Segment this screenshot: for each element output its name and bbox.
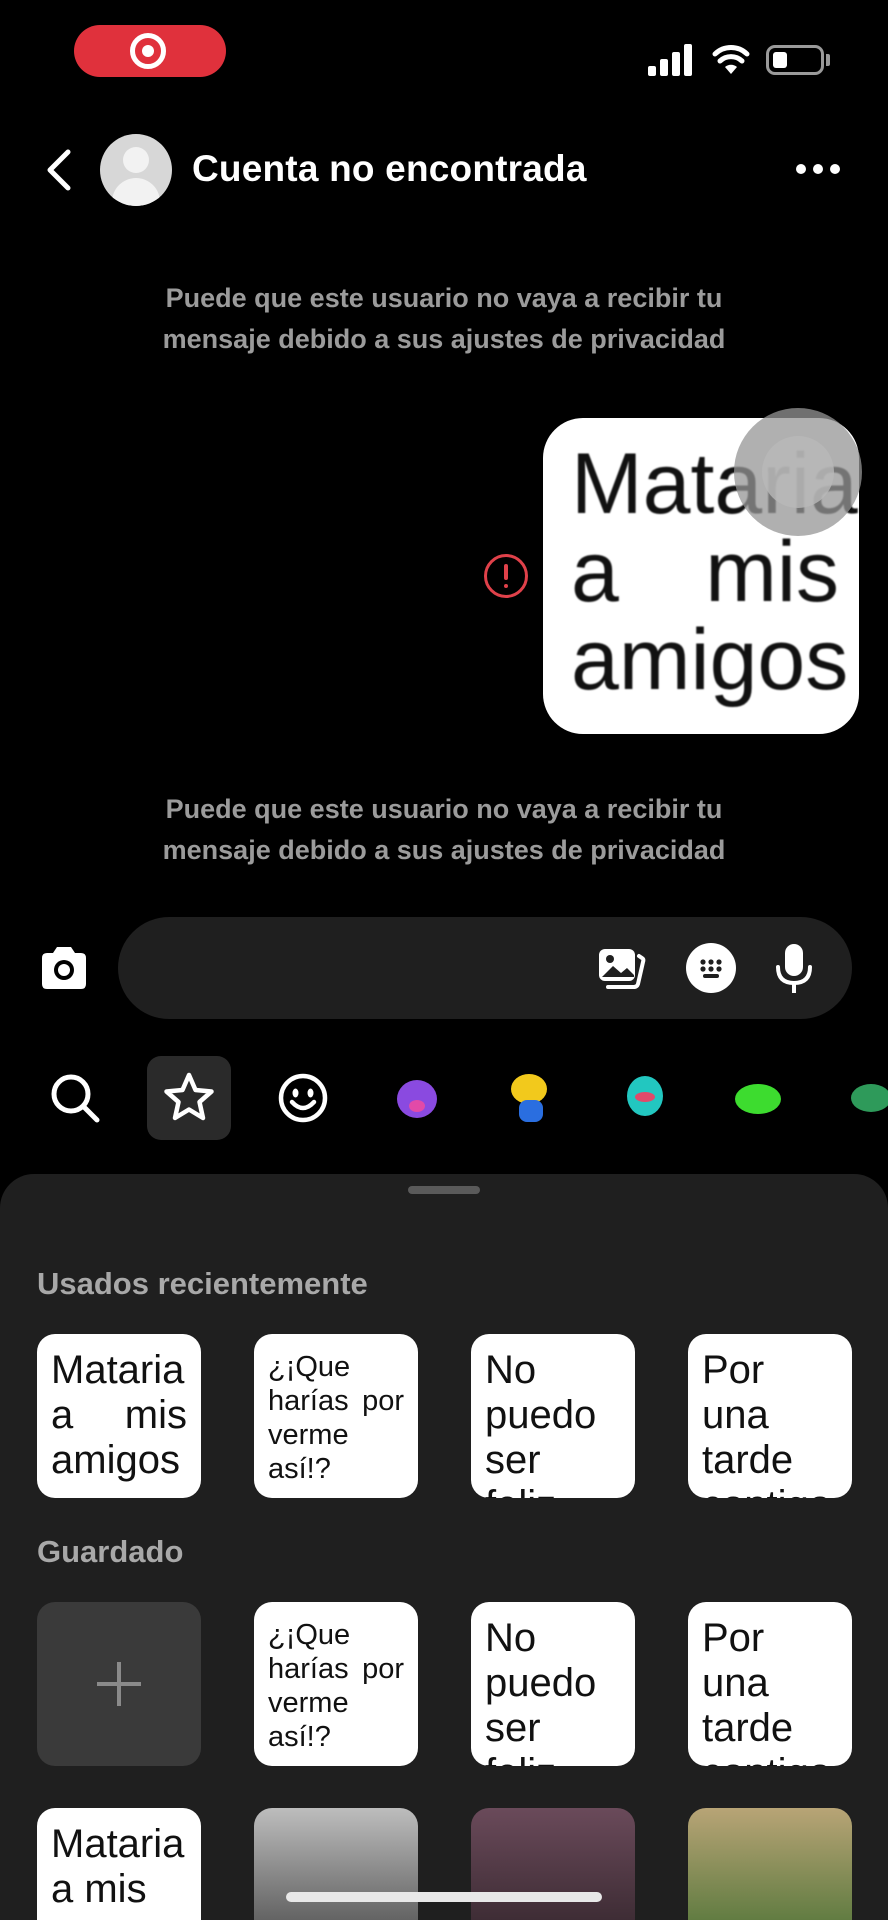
dot-icon: [830, 164, 840, 174]
record-icon: [130, 33, 166, 69]
more-options-button[interactable]: [796, 154, 852, 184]
keyboard-icon: [700, 959, 722, 978]
chat-header: Cuenta no encontrada: [0, 120, 888, 220]
sticker-item[interactable]: ¿¡Que harías por verme así!?: [254, 1602, 418, 1766]
photo-sticker-item[interactable]: [471, 1808, 635, 1920]
privacy-notice-text: Puede que este usuario no vaya a recibir…: [162, 283, 726, 354]
sticker-item[interactable]: Mataria a mis amigos: [37, 1334, 201, 1498]
microphone-button[interactable]: [774, 941, 814, 997]
privacy-notice: Puede que este usuario no vaya a recibir…: [0, 789, 888, 871]
sticker-item-text: ¿¡Que harías por verme así!?: [268, 1351, 404, 1485]
sticker-item[interactable]: Mataria a mis: [37, 1808, 201, 1920]
tab-sticker-pack-4[interactable]: [717, 1056, 801, 1140]
avatar-head: [123, 147, 149, 173]
touch-indicator: [734, 408, 862, 536]
back-button[interactable]: [30, 140, 90, 200]
sticker-item[interactable]: No puedo ser feliz: [471, 1602, 635, 1766]
tab-sticker-pack-1[interactable]: [375, 1056, 459, 1140]
error-icon[interactable]: [484, 554, 528, 598]
sticker-item[interactable]: No puedo ser feliz: [471, 1334, 635, 1498]
sticker-item[interactable]: Por una tarde contigo: [688, 1334, 852, 1498]
dot-icon: [813, 164, 823, 174]
search-icon: [51, 1074, 100, 1123]
sticker-item-text: ¿¡Que harías por verme así!?: [268, 1619, 404, 1753]
battery-icon: [766, 45, 824, 75]
tab-emoji[interactable]: [261, 1056, 345, 1140]
message-input[interactable]: [154, 945, 594, 991]
star-icon: [164, 1072, 214, 1121]
tab-search[interactable]: [33, 1056, 117, 1140]
battery-cap: [826, 54, 830, 66]
dot-icon: [796, 164, 806, 174]
photo-sticker-item[interactable]: [254, 1808, 418, 1920]
sticker-accent: [519, 1100, 543, 1122]
photo-sticker-item[interactable]: [688, 1808, 852, 1920]
sticker-item-text: Mataria a mis amigos: [51, 1348, 187, 1482]
purple-face-sticker-icon: [397, 1080, 437, 1118]
keyboard-button[interactable]: [686, 943, 736, 993]
sticker-item-text: Por una tarde contigo: [702, 1616, 831, 1766]
tab-sticker-pack-5[interactable]: [831, 1056, 888, 1140]
sticker-item-text: No puedo ser feliz: [485, 1616, 597, 1766]
add-sticker-button[interactable]: [37, 1602, 201, 1766]
smiley-icon: [278, 1073, 328, 1123]
sticker-accent: [635, 1092, 655, 1102]
avatar-body: [112, 178, 160, 206]
status-bar: [0, 0, 888, 110]
gallery-button[interactable]: [596, 946, 646, 992]
sheet-grabber[interactable]: [408, 1186, 480, 1194]
tab-sticker-pack-2[interactable]: [489, 1056, 573, 1140]
green-cat-sticker-icon: [851, 1084, 888, 1112]
page-title[interactable]: Cuenta no encontrada: [192, 148, 587, 190]
section-title-recent: Usados recientemente: [37, 1266, 368, 1301]
sticker-sheet: Usados recientemente Mataria a mis amigo…: [0, 1174, 888, 1920]
avatar[interactable]: [100, 134, 172, 206]
tab-favorites[interactable]: [147, 1056, 231, 1140]
tab-sticker-pack-3[interactable]: [603, 1056, 687, 1140]
privacy-notice: Puede que este usuario no vaya a recibir…: [0, 278, 888, 360]
privacy-notice-text: Puede que este usuario no vaya a recibir…: [162, 794, 726, 865]
sticker-item[interactable]: Por una tarde contigo: [688, 1602, 852, 1766]
sticker-item[interactable]: ¿¡Que harías por verme así!?: [254, 1334, 418, 1498]
section-title-saved: Guardado: [37, 1534, 184, 1569]
screen-recording-indicator[interactable]: [74, 25, 226, 77]
camera-button[interactable]: [36, 940, 92, 996]
sticker-item-text: No puedo ser feliz: [485, 1348, 597, 1498]
sticker-item-text: Mataria a mis: [51, 1822, 185, 1911]
sticker-accent: [409, 1100, 425, 1112]
sticker-tabs: [0, 1056, 888, 1140]
wifi-icon: [712, 45, 750, 74]
green-frog-sticker-icon: [735, 1084, 781, 1114]
message-composer: [118, 917, 852, 1019]
cellular-signal-icon: [648, 44, 694, 76]
home-indicator[interactable]: [286, 1892, 602, 1902]
sticker-item-text: Por una tarde contigo: [702, 1348, 831, 1498]
